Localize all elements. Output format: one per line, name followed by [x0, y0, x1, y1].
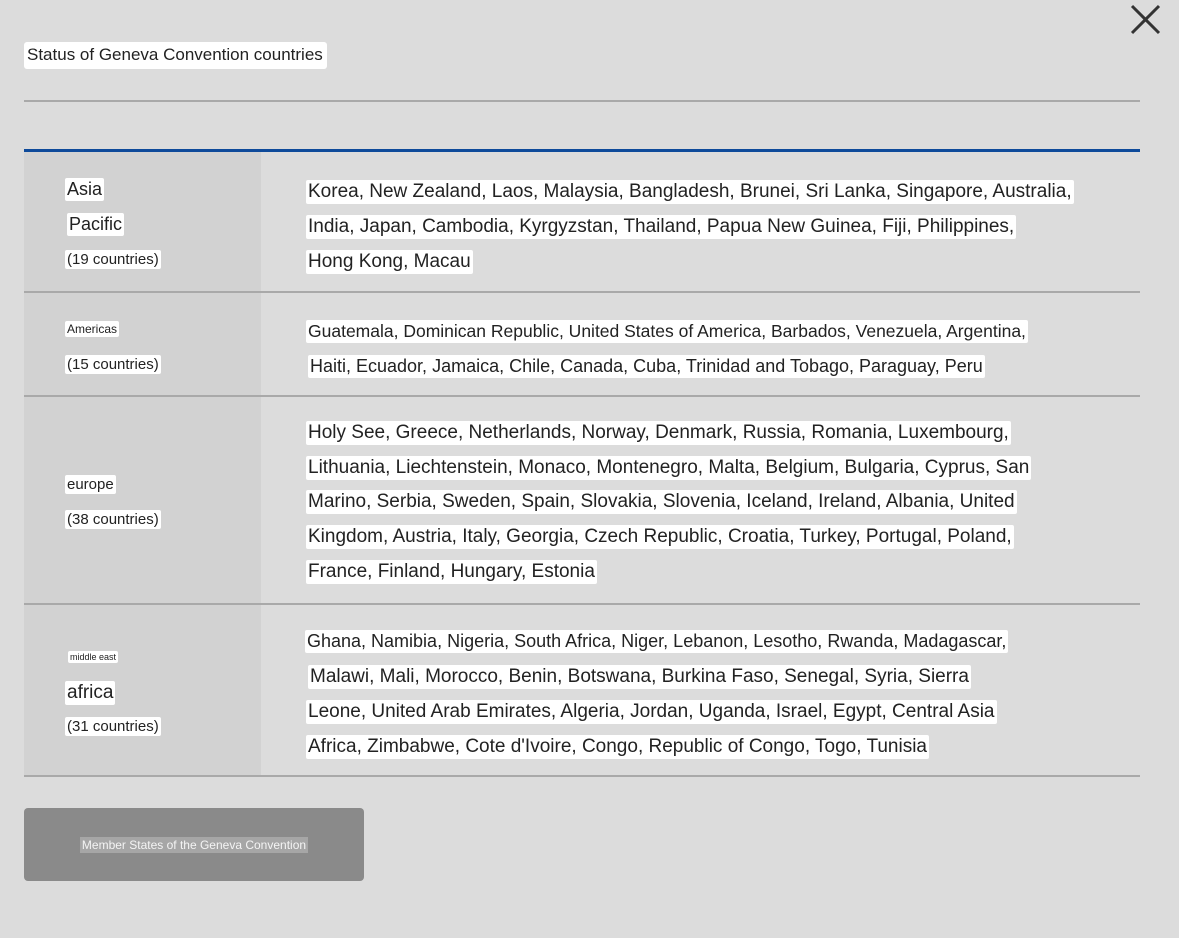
region-count: (19 countries): [65, 250, 161, 269]
table-row-americas: Americas (15 countries) Guatemala, Domin…: [24, 293, 1140, 397]
region-name: Americas: [65, 321, 120, 337]
region-count: (31 countries): [65, 717, 161, 736]
country-list-line: France, Finland, Hungary, Estonia: [306, 560, 597, 584]
country-list-cell: Ghana, Namibia, Nigeria, South Africa, N…: [261, 605, 1140, 775]
table-row-europe: europe (38 countries) Holy See, Greece, …: [24, 397, 1140, 605]
member-states-button-label: Member States of the Geneva Convention: [79, 836, 309, 853]
table-row-asia-pacific: Asia Pacific (19 countries) Korea, New Z…: [24, 152, 1140, 293]
region-count: (38 countries): [65, 510, 161, 529]
country-list-line: Holy See, Greece, Netherlands, Norway, D…: [306, 421, 1011, 445]
country-list-line: Marino, Serbia, Sweden, Spain, Slovakia,…: [306, 490, 1017, 514]
region-cell: europe (38 countries): [24, 397, 261, 603]
region-cell: middle east africa (31 countries): [24, 605, 261, 775]
countries-table: Asia Pacific (19 countries) Korea, New Z…: [24, 149, 1140, 777]
country-list-line: Korea, New Zealand, Laos, Malaysia, Bang…: [306, 180, 1074, 204]
country-list-cell: Guatemala, Dominican Republic, United St…: [261, 293, 1140, 395]
page-title: Status of Geneva Convention countries: [24, 42, 327, 69]
region-name: middle east: [68, 651, 119, 663]
divider: [24, 100, 1140, 102]
region-name: Asia: [65, 178, 105, 201]
region-name: Pacific: [67, 213, 125, 236]
country-list-line: Haiti, Ecuador, Jamaica, Chile, Canada, …: [308, 355, 985, 378]
country-list-line: Leone, United Arab Emirates, Algeria, Jo…: [306, 700, 997, 724]
region-name: africa: [65, 681, 116, 705]
region-cell: Americas (15 countries): [24, 293, 261, 395]
country-list-line: India, Japan, Cambodia, Kyrgyzstan, Thai…: [306, 215, 1017, 239]
country-list-line: Hong Kong, Macau: [306, 250, 473, 274]
region-count: (15 countries): [65, 355, 161, 374]
country-list-line: Malawi, Mali, Morocco, Benin, Botswana, …: [308, 665, 971, 689]
country-list-cell: Holy See, Greece, Netherlands, Norway, D…: [261, 397, 1140, 603]
member-states-button[interactable]: Member States of the Geneva Convention: [24, 808, 364, 881]
country-list-cell: Korea, New Zealand, Laos, Malaysia, Bang…: [261, 152, 1140, 291]
table-row-middle-east-africa: middle east africa (31 countries) Ghana,…: [24, 605, 1140, 777]
country-list-line: Kingdom, Austria, Italy, Georgia, Czech …: [306, 525, 1014, 549]
country-list-line: Africa, Zimbabwe, Cote d'Ivoire, Congo, …: [306, 735, 929, 759]
country-list-line: Guatemala, Dominican Republic, United St…: [306, 320, 1028, 343]
region-name: europe: [65, 475, 116, 494]
region-cell: Asia Pacific (19 countries): [24, 152, 261, 291]
country-list-line: Lithuania, Liechtenstein, Monaco, Monten…: [306, 456, 1032, 480]
country-list-line: Ghana, Namibia, Nigeria, South Africa, N…: [305, 630, 1009, 653]
close-icon[interactable]: [1128, 2, 1164, 38]
